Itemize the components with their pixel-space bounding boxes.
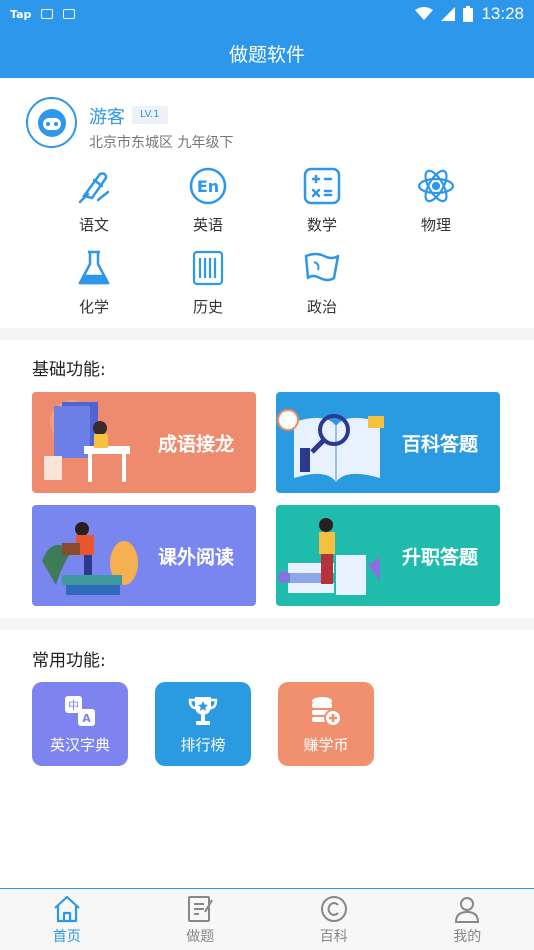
battery-icon — [463, 6, 474, 22]
leaderboard-button[interactable]: 排行榜 — [155, 682, 251, 766]
tab-label: 我的 — [453, 928, 482, 945]
section-divider — [0, 328, 534, 340]
card-label: 课外阅读 — [157, 546, 234, 568]
card-label: 百科答题 — [401, 433, 478, 455]
dictionary-button[interactable]: 中 A 英汉字典 — [32, 682, 128, 766]
robot-avatar-icon — [37, 108, 66, 137]
subject-chinese[interactable]: 语文 — [49, 166, 139, 236]
user-icon — [455, 896, 480, 923]
user-location: 北京市东城区 九年级下 — [89, 135, 234, 151]
subject-english[interactable]: En 英语 — [163, 166, 253, 236]
coins-icon — [312, 696, 342, 727]
books-person-illustration — [278, 518, 380, 595]
subject-label: 政治 — [306, 298, 337, 316]
subject-label: 历史 — [192, 298, 223, 316]
subject-math[interactable]: 数学 — [277, 166, 367, 236]
tab-practice[interactable]: 做题 — [134, 889, 268, 950]
avatar[interactable] — [26, 97, 77, 148]
signal-icon — [441, 7, 456, 21]
earn-coins-button[interactable]: 赚学币 — [278, 682, 374, 766]
common-section-title: 常用功能: — [32, 651, 106, 671]
username: 游客 — [89, 107, 125, 128]
reading-desk-illustration — [44, 400, 130, 482]
subject-politics[interactable]: 政治 — [277, 248, 367, 318]
scroll-icon — [192, 250, 224, 286]
page-title: 做题软件 — [228, 43, 305, 66]
status-bar: Tap 13:28 — [0, 0, 534, 28]
subject-history[interactable]: 历史 — [163, 248, 253, 318]
level-badge: LV.1 — [132, 106, 168, 124]
home-icon — [54, 895, 80, 922]
idiom-chain-card[interactable]: 成语接龙 — [32, 392, 256, 493]
svg-text:En: En — [197, 177, 219, 196]
calculator-icon — [303, 167, 341, 205]
subject-chemistry[interactable]: 化学 — [49, 248, 139, 318]
subject-label: 物理 — [420, 216, 451, 234]
tab-label: 做题 — [186, 928, 215, 945]
card-label: 升职答题 — [401, 546, 478, 568]
basic-section-title: 基础功能: — [32, 360, 106, 380]
tool-label: 排行榜 — [180, 735, 226, 754]
promotion-quiz-card[interactable]: 升职答题 — [276, 505, 500, 606]
extracurricular-reading-card[interactable]: 课外阅读 — [32, 505, 256, 606]
copyright-icon — [320, 895, 347, 922]
subject-grid: 语文 En 英语 数学 物理 化学 历史 政治 — [0, 162, 534, 322]
tab-label: 首页 — [52, 928, 81, 945]
subject-label: 数学 — [306, 216, 337, 234]
reader-illustration — [42, 522, 138, 595]
svg-text:中: 中 — [68, 699, 79, 712]
tab-home[interactable]: 首页 — [0, 889, 134, 950]
wifi-icon — [415, 7, 434, 20]
tab-profile[interactable]: 我的 — [401, 889, 534, 950]
tab-encyclopedia[interactable]: 百科 — [267, 889, 401, 950]
flask-icon — [78, 250, 110, 285]
magnifier-book-illustration — [277, 409, 384, 482]
atom-icon — [417, 169, 455, 203]
profile-section[interactable]: 游客 LV.1 北京市东城区 九年级下 — [0, 78, 534, 166]
notification-icon — [63, 9, 76, 19]
encyclopedia-quiz-card[interactable]: 百科答题 — [276, 392, 500, 493]
tool-label: 英汉字典 — [49, 735, 110, 754]
section-divider — [0, 618, 534, 630]
bottom-tab-bar: 首页 做题 百科 我的 — [0, 888, 534, 950]
edit-icon — [188, 895, 214, 922]
flag-icon — [304, 252, 340, 282]
pen-icon — [78, 172, 110, 204]
app-indicator: Tap — [10, 7, 32, 21]
card-label: 成语接龙 — [157, 433, 234, 455]
tool-label: 赚学币 — [303, 735, 349, 754]
translate-icon: 中 A — [65, 695, 95, 726]
mail-icon — [41, 9, 54, 19]
subject-label: 语文 — [78, 216, 109, 234]
clock: 13:28 — [481, 4, 524, 23]
app-bar: 做题软件 — [0, 28, 534, 78]
english-icon: En — [189, 167, 227, 205]
tab-label: 百科 — [319, 928, 348, 945]
svg-text:A: A — [82, 712, 91, 725]
subject-label: 英语 — [192, 216, 223, 234]
subject-label: 化学 — [78, 298, 109, 316]
subject-physics[interactable]: 物理 — [391, 166, 481, 236]
trophy-icon — [188, 696, 218, 725]
